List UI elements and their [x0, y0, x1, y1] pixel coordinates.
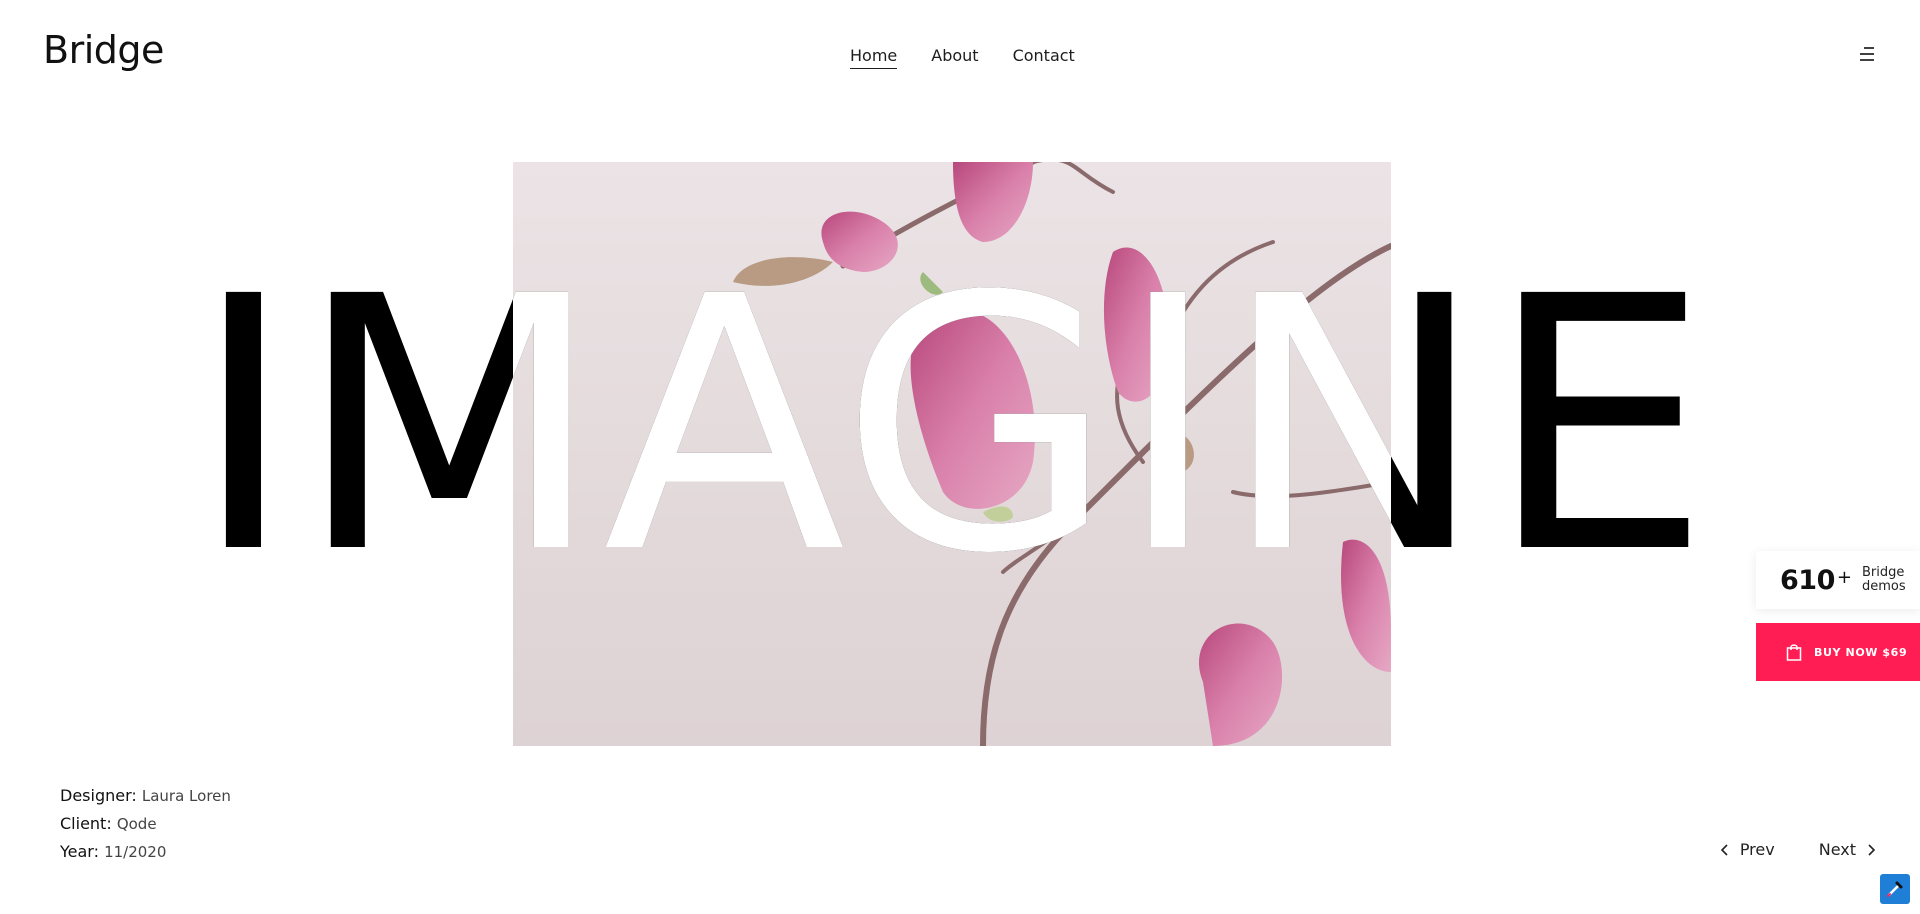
shopping-bag-icon [1786, 644, 1802, 661]
demos-widget[interactable]: 610 + Bridge demos [1756, 551, 1920, 609]
demos-text: Bridge demos [1862, 566, 1906, 594]
chevron-left-icon [1720, 843, 1728, 856]
buy-now-button[interactable]: BUY NOW $69 [1756, 623, 1920, 681]
client-label: Client: [60, 814, 112, 833]
next-link[interactable]: Next [1819, 840, 1876, 859]
project-pager: Prev Next [1720, 840, 1876, 859]
year-value: 11/2020 [104, 843, 167, 861]
designer-value: Laura Loren [141, 787, 231, 805]
demos-line1: Bridge [1861, 565, 1905, 580]
eyedropper-button[interactable] [1880, 874, 1910, 904]
year-label: Year: [60, 842, 99, 861]
buy-now-label: BUY NOW $69 [1814, 645, 1908, 659]
project-meta: Designer: Laura Loren Client: Qode Year:… [60, 782, 231, 866]
hero-title: IMAGINE IMAGINE [191, 222, 1711, 630]
meta-client: Client: Qode [60, 810, 231, 838]
meta-designer: Designer: Laura Loren [60, 782, 231, 810]
chevron-right-icon [1868, 843, 1876, 856]
demos-line2: demos [1861, 579, 1906, 594]
hero: IMAGINE IMAGINE [0, 0, 1920, 760]
demos-plus: + [1836, 566, 1852, 588]
client-value: Qode [116, 815, 157, 833]
prev-link[interactable]: Prev [1720, 840, 1775, 859]
demos-count: 610 [1780, 564, 1835, 596]
designer-label: Designer: [60, 786, 137, 805]
meta-year: Year: 11/2020 [60, 838, 231, 866]
prev-label: Prev [1739, 840, 1775, 859]
next-label: Next [1818, 840, 1856, 859]
eyedropper-icon [1887, 881, 1903, 897]
